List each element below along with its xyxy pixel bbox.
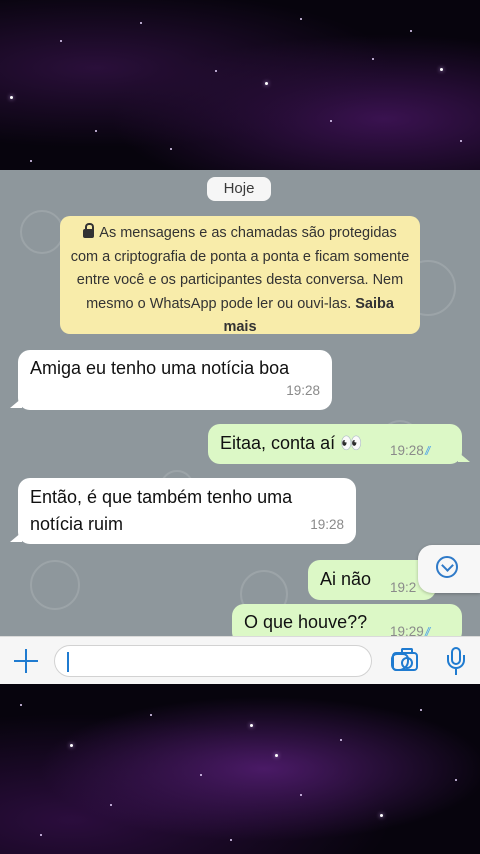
text-caret [67, 652, 69, 672]
message-input[interactable] [54, 645, 409, 677]
background-space-bottom [0, 684, 480, 854]
message-text: Amiga eu tenho uma notícia boa [30, 358, 290, 378]
message-bubble-outgoing[interactable]: Ai não 19:2 [308, 560, 436, 600]
message-time: 19:28 [286, 383, 320, 398]
camera-icon[interactable] [392, 648, 418, 671]
scroll-to-bottom-button[interactable] [418, 545, 480, 593]
message-composer [0, 636, 480, 685]
message-text: Ai não [320, 569, 372, 589]
encryption-notice[interactable]: As mensagens e as chamadas são protegida… [60, 216, 420, 335]
date-separator: Hoje [207, 177, 271, 201]
chevron-down-circle-icon [436, 556, 458, 578]
message-text: Então, é que também tenho uma notícia ru… [30, 487, 293, 534]
message-time: 19:2 [390, 580, 417, 595]
message-bubble-incoming[interactable]: Amiga eu tenho uma notícia boa 19:28 [18, 350, 332, 410]
microphone-icon[interactable] [444, 647, 468, 677]
message-meta: 19:28// [390, 437, 432, 465]
message-time: 19:28 [310, 517, 344, 532]
message-text: O que houve?? [244, 612, 368, 632]
plus-icon[interactable] [14, 649, 38, 673]
message-bubble-outgoing[interactable]: Eitaa, conta aí 👀 19:28// [208, 424, 462, 464]
message-text: Eitaa, conta aí 👀 [220, 433, 363, 453]
message-time: 19:28 [390, 443, 424, 458]
message-bubble-incoming[interactable]: Então, é que também tenho uma notícia ru… [18, 478, 356, 544]
lock-icon [83, 223, 95, 238]
background-space-top [0, 0, 480, 170]
